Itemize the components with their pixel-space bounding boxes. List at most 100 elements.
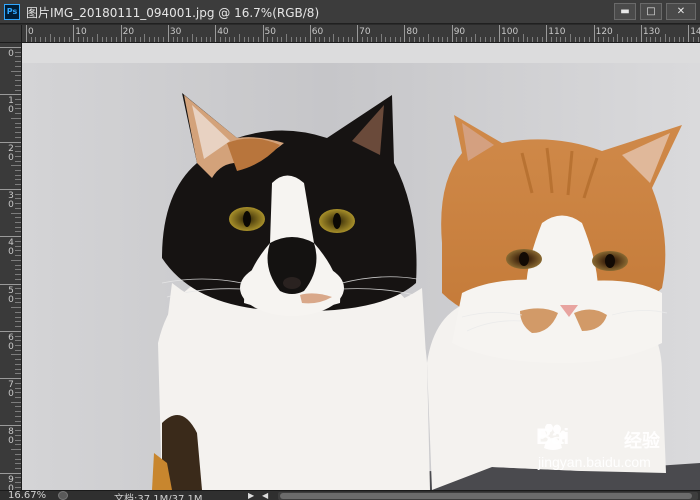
ruler-h-major-tick xyxy=(26,25,27,42)
baidu-paw-icon xyxy=(538,424,566,450)
scrollbar-thumb[interactable] xyxy=(280,493,692,499)
ruler-h-major-tick xyxy=(546,25,548,42)
ruler-v-minor-tick xyxy=(15,302,21,304)
ruler-v-minor-tick xyxy=(15,151,21,153)
ruler-v-minor-tick xyxy=(15,226,21,228)
ruler-v-minor-tick xyxy=(15,217,21,219)
ruler-v-minor-tick xyxy=(15,108,21,110)
scroll-left-arrow-icon[interactable]: ◀ xyxy=(262,491,272,500)
photoshop-icon[interactable]: Ps xyxy=(4,4,20,20)
ruler-v-minor-tick xyxy=(15,255,21,257)
ruler-v-major-tick xyxy=(0,141,21,143)
minimize-button[interactable]: ▬ xyxy=(614,3,636,20)
ruler-v-minor-tick xyxy=(15,434,21,436)
ruler-h-minor-tick xyxy=(286,34,288,42)
ruler-v-minor-tick xyxy=(15,297,21,299)
ruler-v-minor-tick xyxy=(15,75,21,77)
ruler-h-minor-tick xyxy=(191,34,193,42)
ruler-v-minor-tick xyxy=(15,311,21,313)
ruler-h-minor-tick xyxy=(96,34,98,42)
status-menu-arrow-icon[interactable]: ▶ xyxy=(248,491,258,500)
ruler-h-label: 140 xyxy=(690,27,700,37)
ruler-v-label: 70 xyxy=(8,380,14,400)
ruler-h-major-tick xyxy=(640,25,642,42)
document-canvas[interactable]: Bai 经验 jingyan.baidu.com xyxy=(22,43,700,490)
ruler-v-minor-tick xyxy=(11,117,21,119)
ruler-v-major-tick xyxy=(0,47,21,48)
ruler-h-major-tick xyxy=(593,25,595,42)
photo-two-cats xyxy=(22,43,700,490)
ruler-h-label: 20 xyxy=(122,27,135,37)
ruler-v-minor-tick xyxy=(15,463,21,465)
ruler-h-minor-tick xyxy=(522,34,524,42)
ruler-v-minor-tick xyxy=(15,56,21,58)
ruler-v-minor-tick xyxy=(15,222,21,223)
ruler-v-minor-tick xyxy=(15,439,21,441)
ruler-h-minor-tick xyxy=(428,34,430,42)
ruler-v-minor-tick xyxy=(15,89,21,91)
ruler-v-minor-tick xyxy=(15,132,21,134)
ruler-v-minor-tick xyxy=(11,401,21,403)
vertical-ruler[interactable]: 0 10 20 30 40 50 60 70 80 90 xyxy=(0,43,22,490)
ruler-h-minor-tick xyxy=(380,34,382,42)
ruler-h-major-tick xyxy=(167,25,169,42)
ruler-v-label: 80 xyxy=(8,427,14,447)
ruler-v-major-tick xyxy=(0,425,21,427)
ruler-v-minor-tick xyxy=(11,70,21,72)
horizontal-scrollbar[interactable] xyxy=(278,492,698,500)
ruler-v-minor-tick xyxy=(15,477,21,479)
ruler-v-minor-tick xyxy=(15,160,21,162)
horizontal-ruler[interactable]: 0 10 20 30 40 50 60 70 80 90 100 110 120 130 140 xyxy=(22,25,700,43)
ruler-v-minor-tick xyxy=(15,335,21,337)
status-bar: 16.67% 文档:37.1M/37.1M ▶ ◀ xyxy=(0,490,700,500)
baidu-jingyan-text: 经验 xyxy=(624,431,660,452)
ruler-v-label: 0 xyxy=(8,49,14,59)
export-icon[interactable] xyxy=(58,491,68,500)
ruler-v-minor-tick xyxy=(15,444,21,446)
ruler-h-minor-tick xyxy=(238,34,240,42)
ruler-v-minor-tick xyxy=(15,80,21,82)
ruler-v-minor-tick xyxy=(15,482,21,484)
ruler-v-major-tick xyxy=(0,283,21,285)
ruler-v-label: 90 xyxy=(8,474,14,490)
ruler-h-label: 90 xyxy=(453,27,466,37)
watermark-url: jingyan.baidu.com xyxy=(538,454,651,470)
ruler-v-minor-tick xyxy=(15,155,21,157)
ruler-v-minor-tick xyxy=(15,84,21,86)
document-title: 图片IMG_20180111_094001.jpg @ 16.7%(RGB/8) xyxy=(26,6,320,20)
ruler-h-major-tick xyxy=(357,25,359,42)
ruler-v-label: 40 xyxy=(8,238,14,258)
ruler-h-label: 120 xyxy=(595,27,613,37)
ruler-v-minor-tick xyxy=(15,65,21,67)
ruler-v-label: 10 xyxy=(8,96,14,116)
ruler-h-major-tick xyxy=(499,25,500,42)
document-size-info: 文档:37.1M/37.1M xyxy=(114,494,203,500)
maximize-button[interactable]: □ xyxy=(640,3,662,20)
ruler-h-major-tick xyxy=(309,25,311,42)
close-button[interactable]: ✕ xyxy=(666,3,696,20)
ruler-v-minor-tick xyxy=(15,411,21,413)
ruler-v-minor-tick xyxy=(11,354,21,356)
ruler-h-major-tick xyxy=(73,25,75,42)
ruler-h-major-tick xyxy=(120,25,122,42)
ruler-v-minor-tick xyxy=(15,486,21,488)
ruler-v-minor-tick xyxy=(15,373,21,375)
ruler-v-minor-tick xyxy=(15,349,21,351)
ruler-v-minor-tick xyxy=(15,231,21,233)
ruler-h-label: 110 xyxy=(548,27,566,37)
ruler-v-minor-tick xyxy=(15,240,21,242)
ruler-v-minor-tick xyxy=(15,274,21,276)
ruler-v-minor-tick xyxy=(11,259,21,261)
zoom-level[interactable]: 16.67% xyxy=(8,491,46,500)
ruler-h-label: 130 xyxy=(642,27,661,37)
ruler-v-minor-tick xyxy=(15,415,21,417)
ruler-h-label: 30 xyxy=(169,27,182,37)
ruler-v-minor-tick xyxy=(15,169,21,171)
ruler-v-minor-tick xyxy=(15,51,21,53)
ruler-v-minor-tick xyxy=(15,363,21,365)
ruler-corner[interactable] xyxy=(0,25,22,43)
ruler-h-label: 70 xyxy=(359,27,371,37)
ruler-h-minor-tick xyxy=(569,34,571,42)
ruler-h-label: 0 xyxy=(28,27,34,37)
ruler-v-label: 20 xyxy=(8,143,14,163)
